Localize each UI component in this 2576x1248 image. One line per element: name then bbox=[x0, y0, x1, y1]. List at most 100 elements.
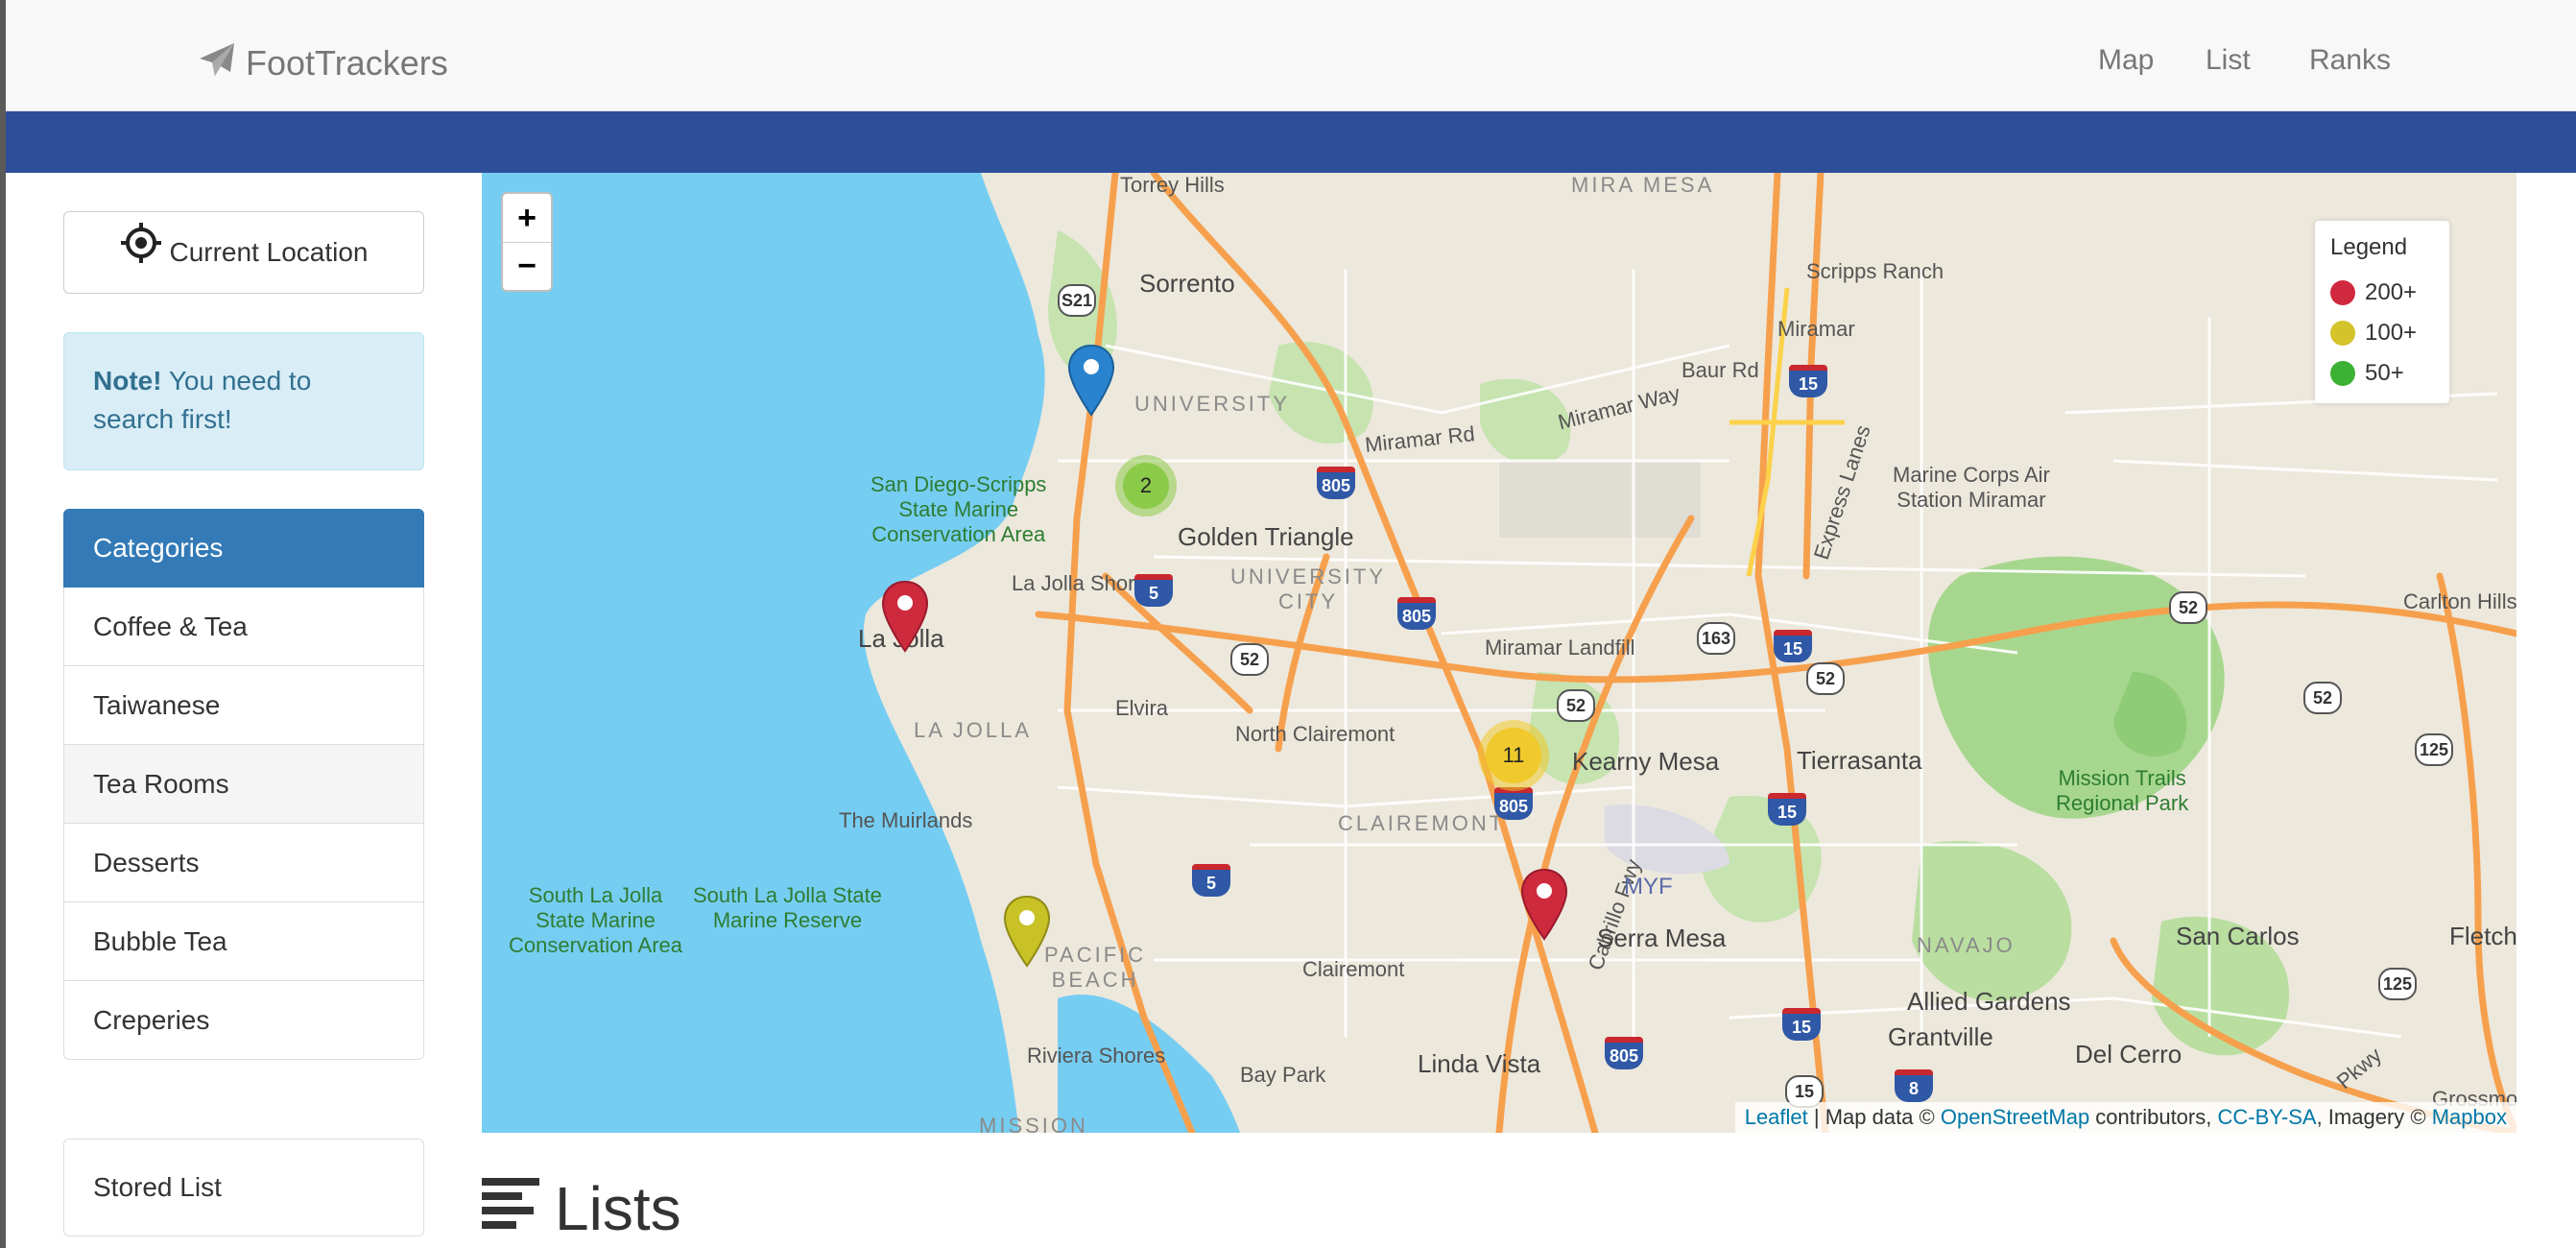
map-legend: Legend 200+ 100+ 50+ bbox=[2315, 221, 2449, 403]
brand-text: FootTrackers bbox=[246, 43, 448, 83]
license-link[interactable]: CC-BY-SA bbox=[2217, 1105, 2316, 1130]
label-tierrasanta: Tierrasanta bbox=[1797, 746, 1922, 775]
openstreetmap-link[interactable]: OpenStreetMap bbox=[1941, 1105, 2089, 1130]
zoom-out-button[interactable]: − bbox=[503, 242, 551, 290]
highway-shield-i15c: 15 bbox=[1768, 793, 1806, 826]
nav-map[interactable]: Map bbox=[2098, 44, 2154, 77]
legend-label: 200+ bbox=[2365, 279, 2418, 305]
highway-shield-i805d: 805 bbox=[1605, 1037, 1643, 1069]
nav-ranks[interactable]: Ranks bbox=[2309, 44, 2391, 77]
highway-shield-r52e: 52 bbox=[2303, 682, 2342, 714]
legend-item: 200+ bbox=[2330, 273, 2434, 313]
legend-dot-red bbox=[2330, 280, 2355, 305]
label-mission: MISSION bbox=[979, 1114, 1088, 1133]
label-miramar-landfill: Miramar Landfill bbox=[1485, 636, 1635, 660]
cluster-marker-2[interactable]: 2 bbox=[1115, 455, 1177, 516]
legend-label: 50+ bbox=[2365, 360, 2404, 386]
attribution-text: contributors, bbox=[2089, 1105, 2218, 1129]
highway-shield-i15a: 15 bbox=[1774, 630, 1812, 662]
highway-shield-r52d: 52 bbox=[2169, 591, 2207, 624]
zoom-in-button[interactable]: + bbox=[503, 194, 551, 242]
red-marker-kearny-mesa[interactable] bbox=[1520, 868, 1568, 941]
lists-heading: Lists bbox=[482, 1169, 681, 1248]
highway-shield-i15d: 15 bbox=[1782, 1008, 1821, 1041]
red-marker-la-jolla[interactable] bbox=[881, 580, 929, 653]
note-strong: Note! bbox=[93, 366, 162, 396]
label-allied-gardens: Allied Gardens bbox=[1907, 987, 2071, 1016]
label-fletcher-hills: Fletcher Hil bbox=[2449, 922, 2516, 950]
cluster-count: 2 bbox=[1123, 463, 1169, 509]
label-miramar: Miramar bbox=[1777, 317, 1855, 341]
label-baur-rd: Baur Rd bbox=[1682, 358, 1759, 382]
label-the-muirlands: The Muirlands bbox=[839, 808, 973, 832]
label-torrey-hills: Torrey Hills bbox=[1120, 173, 1225, 197]
label-elvira: Elvira bbox=[1115, 696, 1169, 720]
navbar: FootTrackers Map List Ranks bbox=[6, 0, 2576, 111]
label-san-carlos: San Carlos bbox=[2176, 922, 2300, 950]
highway-shield-i15b: 15 bbox=[1789, 365, 1827, 397]
legend-dot-yellow bbox=[2330, 321, 2355, 346]
search-note: Note! You need to search first! bbox=[63, 332, 424, 470]
category-coffee-tea[interactable]: Coffee & Tea bbox=[63, 588, 424, 666]
leaflet-link[interactable]: Leaflet bbox=[1745, 1105, 1808, 1130]
label-pacific-beach: PACIFIC BEACH bbox=[1044, 943, 1147, 992]
label-clairemont: Clairemont bbox=[1302, 957, 1405, 981]
category-creperies[interactable]: Creperies bbox=[63, 981, 424, 1060]
label-mcas-miramar: Marine Corps Air Station Miramar bbox=[1893, 463, 2050, 512]
highway-shield-r52b: 52 bbox=[1557, 689, 1595, 722]
label-mira-mesa: MIRA MESA bbox=[1571, 173, 1715, 197]
nav-list[interactable]: List bbox=[2206, 44, 2251, 77]
label-university: UNIVERSITY bbox=[1134, 392, 1291, 416]
attribution-text: , Imagery © bbox=[2316, 1105, 2432, 1129]
label-carlton-hills: Carlton Hills bbox=[2403, 589, 2516, 613]
category-bubble-tea[interactable]: Bubble Tea bbox=[63, 902, 424, 981]
label-south-lj-smr: South La Jolla State Marine Reserve bbox=[693, 883, 882, 932]
stored-list-button[interactable]: Stored List bbox=[63, 1139, 424, 1236]
label-sorrento: Sorrento bbox=[1139, 269, 1235, 298]
categories-heading: Categories bbox=[63, 509, 424, 588]
crosshairs-icon bbox=[119, 222, 163, 272]
label-scripps-ranch: Scripps Ranch bbox=[1806, 259, 1944, 283]
legend-dot-green bbox=[2330, 361, 2355, 386]
legend-label: 100+ bbox=[2365, 320, 2418, 346]
label-kearny-mesa: Kearny Mesa bbox=[1572, 747, 1720, 776]
category-tea-rooms[interactable]: Tea Rooms bbox=[63, 745, 424, 824]
yellow-marker-pacific-beach[interactable] bbox=[1003, 895, 1051, 968]
legend-item: 100+ bbox=[2330, 313, 2434, 353]
blue-marker[interactable] bbox=[1067, 344, 1115, 417]
highway-shield-r125b: 125 bbox=[2378, 968, 2417, 1000]
header-band bbox=[6, 111, 2576, 173]
categories-panel: Categories Coffee & Tea Taiwanese Tea Ro… bbox=[63, 509, 424, 1060]
category-desserts[interactable]: Desserts bbox=[63, 824, 424, 902]
highway-shield-r52a: 52 bbox=[1230, 643, 1269, 676]
legend-title: Legend bbox=[2330, 234, 2408, 260]
highway-shield-i805c: 805 bbox=[1494, 787, 1533, 820]
highway-shield-i5b: 5 bbox=[1192, 864, 1230, 897]
highway-shield-i805b: 805 bbox=[1397, 597, 1436, 630]
label-la-jolla-district: LA JOLLA bbox=[914, 718, 1033, 742]
current-location-label: Current Location bbox=[169, 237, 369, 267]
mapbox-link[interactable]: Mapbox bbox=[2432, 1105, 2507, 1130]
label-navajo: NAVAJO bbox=[1917, 933, 2015, 957]
label-north-clairemont: North Clairemont bbox=[1235, 722, 1395, 746]
align-left-icon bbox=[482, 1173, 539, 1244]
label-del-cerro: Del Cerro bbox=[2075, 1040, 2182, 1068]
map-attribution: Leaflet | Map data © OpenStreetMap contr… bbox=[1734, 1102, 2516, 1133]
attribution-text: | Map data © bbox=[1807, 1105, 1941, 1129]
brand-link[interactable]: FootTrackers bbox=[198, 40, 448, 86]
highway-shield-r52c: 52 bbox=[1806, 662, 1845, 695]
map[interactable]: Torrey Hills MIRA MESA Scripps Ranch Sor… bbox=[482, 173, 2516, 1133]
highway-shield-i805a: 805 bbox=[1317, 467, 1355, 499]
cluster-count: 11 bbox=[1486, 728, 1541, 783]
category-taiwanese[interactable]: Taiwanese bbox=[63, 666, 424, 745]
window-edge bbox=[0, 0, 6, 1248]
cluster-marker-11[interactable]: 11 bbox=[1478, 720, 1549, 791]
highway-shield-i8: 8 bbox=[1895, 1069, 1933, 1102]
label-serra-mesa: Serra Mesa bbox=[1597, 924, 1727, 952]
label-riviera-shores: Riviera Shores bbox=[1027, 1044, 1166, 1068]
highway-shield-r163: 163 bbox=[1697, 622, 1735, 655]
current-location-button[interactable]: Current Location bbox=[63, 211, 424, 294]
label-sdsm-area: San Diego-Scripps State Marine Conservat… bbox=[871, 472, 1047, 546]
highway-shield-s521: S21 bbox=[1058, 284, 1096, 317]
highway-shield-i5a: 5 bbox=[1134, 574, 1173, 607]
